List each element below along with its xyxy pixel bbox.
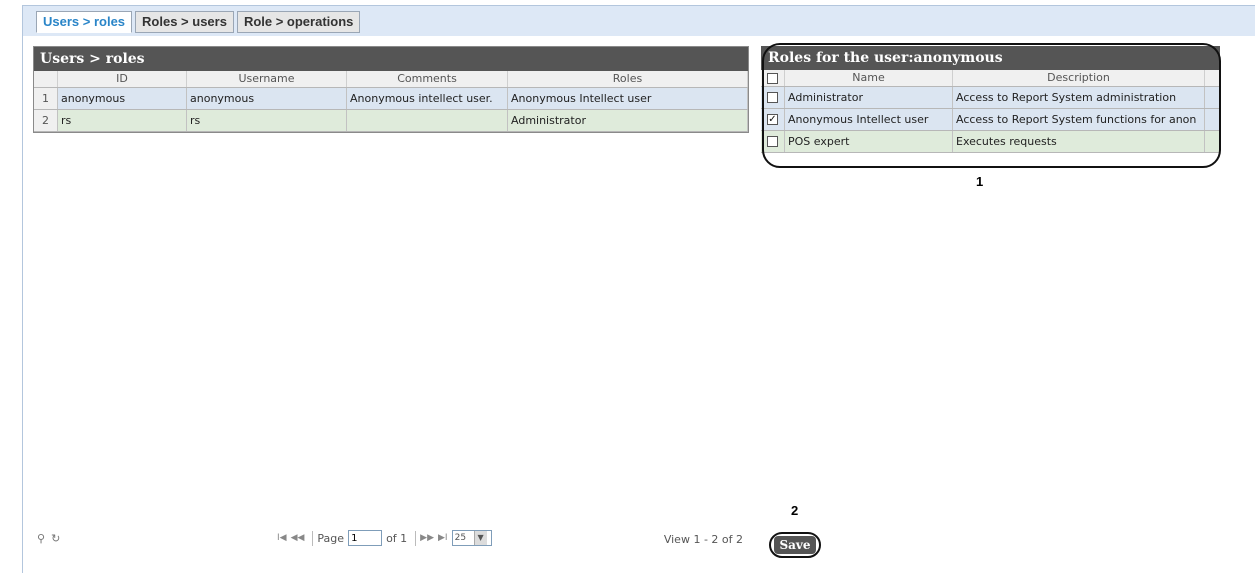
cell-username: rs (187, 110, 347, 131)
users-grid: Users > roles ID Username Comments Roles… (33, 46, 749, 133)
cell-roles: Anonymous Intellect user (508, 88, 748, 109)
pager: ⚲↻ I◀ ◀◀ Page of 1 ▶▶ ▶I 25 ▼ View 1 - 2… (33, 527, 749, 551)
tabs: Users > roles Roles > users Role > opera… (36, 11, 363, 33)
table-row[interactable]: ✓ Anonymous Intellect user Access to Rep… (761, 109, 1220, 131)
tab-users-roles[interactable]: Users > roles (36, 11, 133, 33)
frame-border (22, 5, 23, 573)
row-number: 1 (34, 88, 58, 109)
header-rownum (34, 71, 58, 87)
table-row[interactable]: 2 rs rs Administrator (34, 110, 748, 132)
divider (415, 530, 417, 546)
prev-page-icon[interactable]: ◀◀ (291, 533, 305, 543)
cell-name: POS expert (785, 131, 953, 152)
cell-name: Administrator (785, 87, 953, 108)
select-all-checkbox[interactable] (767, 72, 778, 84)
callout-number-1: 1 (976, 174, 984, 189)
refresh-icon[interactable]: ↻ (51, 532, 66, 545)
table-row[interactable]: POS expert Executes requests (761, 131, 1220, 153)
table-row[interactable]: Administrator Access to Report System ad… (761, 87, 1220, 109)
role-checkbox[interactable] (767, 136, 778, 147)
view-count: View 1 - 2 of 2 (663, 533, 743, 546)
last-page-icon[interactable]: ▶I (438, 533, 448, 543)
header-id[interactable]: ID (58, 71, 187, 87)
roles-grid: Roles for the user:anonymous Name Descri… (761, 46, 1220, 153)
roles-grid-header: Name Description (761, 70, 1220, 87)
page-size-select[interactable]: 25 ▼ (451, 530, 492, 546)
cell-description: Executes requests (953, 131, 1205, 152)
cell-id: rs (58, 110, 187, 131)
cell-comments (347, 110, 508, 131)
roles-grid-title: Roles for the user:anonymous (761, 46, 1220, 70)
table-row[interactable]: 1 anonymous anonymous Anonymous intellec… (34, 88, 748, 110)
cell-id: anonymous (58, 88, 187, 109)
checkbox-cell (761, 131, 785, 152)
cell-roles: Administrator (508, 110, 748, 131)
tab-roles-users[interactable]: Roles > users (135, 11, 234, 33)
first-page-icon[interactable]: I◀ (277, 533, 287, 543)
header-roles[interactable]: Roles (508, 71, 748, 87)
header-comments[interactable]: Comments (347, 71, 508, 87)
app-frame: Users > roles Roles > users Role > opera… (0, 0, 1255, 573)
search-icon[interactable]: ⚲ (37, 532, 51, 545)
role-checkbox[interactable] (767, 92, 778, 103)
checkbox-cell: ✓ (761, 109, 785, 130)
chevron-down-icon[interactable]: ▼ (473, 531, 487, 545)
row-number: 2 (34, 110, 58, 131)
pager-tools: ⚲↻ (37, 532, 66, 545)
cell-description: Access to Report System administration (953, 87, 1205, 108)
cell-description: Access to Report System functions for an… (953, 109, 1205, 130)
users-grid-header: ID Username Comments Roles (34, 71, 748, 88)
cell-comments: Anonymous intellect user. (347, 88, 508, 109)
header-name[interactable]: Name (785, 70, 953, 86)
role-checkbox[interactable]: ✓ (767, 114, 778, 125)
divider (312, 530, 314, 546)
header-select-all[interactable] (761, 70, 785, 86)
page-of-label: of 1 (386, 531, 408, 545)
callout-number-2: 2 (791, 503, 799, 518)
page-input[interactable] (348, 530, 383, 546)
checkbox-cell (761, 87, 785, 108)
cell-username: anonymous (187, 88, 347, 109)
pager-nav: I◀ ◀◀ Page of 1 ▶▶ ▶I 25 ▼ (277, 530, 492, 546)
page-label: Page (317, 531, 345, 545)
save-callout: Save (769, 532, 821, 558)
next-page-icon[interactable]: ▶▶ (420, 533, 434, 543)
cell-name: Anonymous Intellect user (785, 109, 953, 130)
header-username[interactable]: Username (187, 71, 347, 87)
users-grid-title: Users > roles (34, 47, 748, 71)
save-button[interactable]: Save (774, 536, 816, 554)
page-size-value: 25 (454, 533, 467, 543)
tab-role-operations[interactable]: Role > operations (236, 11, 361, 33)
header-description[interactable]: Description (953, 70, 1205, 86)
